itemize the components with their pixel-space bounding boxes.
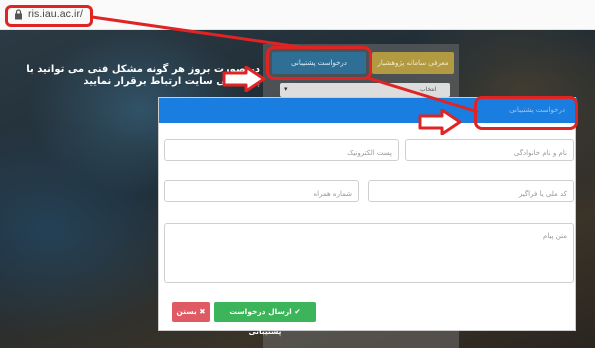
mobile-field[interactable] bbox=[164, 180, 359, 204]
full-name-input[interactable] bbox=[406, 143, 573, 163]
message-field[interactable] bbox=[164, 223, 574, 283]
close-button-label: بستن bbox=[176, 307, 197, 316]
support-request-modal: درخواست پشتیبانی ✔ ارسال درخواست پشتیبان… bbox=[158, 97, 577, 336]
researcher-intro-button[interactable]: معرفی سامانه پژوهشیار bbox=[372, 52, 454, 74]
email-input[interactable] bbox=[165, 143, 398, 163]
send-support-request-button[interactable]: ✔ ارسال درخواست پشتیبانی bbox=[214, 302, 316, 336]
support-tab-highlight-box bbox=[266, 46, 372, 80]
national-code-field[interactable] bbox=[368, 180, 574, 204]
arrow-right-icon bbox=[222, 66, 266, 92]
check-icon: ✔ bbox=[294, 307, 301, 316]
mobile-input[interactable] bbox=[165, 184, 358, 204]
full-name-field[interactable] bbox=[405, 139, 574, 163]
national-code-input[interactable] bbox=[369, 184, 573, 204]
email-field[interactable] bbox=[164, 139, 399, 163]
modal-header-highlight-box bbox=[474, 96, 578, 130]
select-caret-icon: ▾ bbox=[284, 85, 288, 93]
close-button[interactable]: ✖ بستن bbox=[172, 302, 210, 322]
arrow-right-icon bbox=[418, 109, 462, 135]
x-icon: ✖ bbox=[199, 307, 206, 316]
message-textarea[interactable] bbox=[165, 224, 573, 282]
url-highlight-box bbox=[5, 5, 93, 27]
background-select-text: انتخاب bbox=[420, 86, 437, 93]
